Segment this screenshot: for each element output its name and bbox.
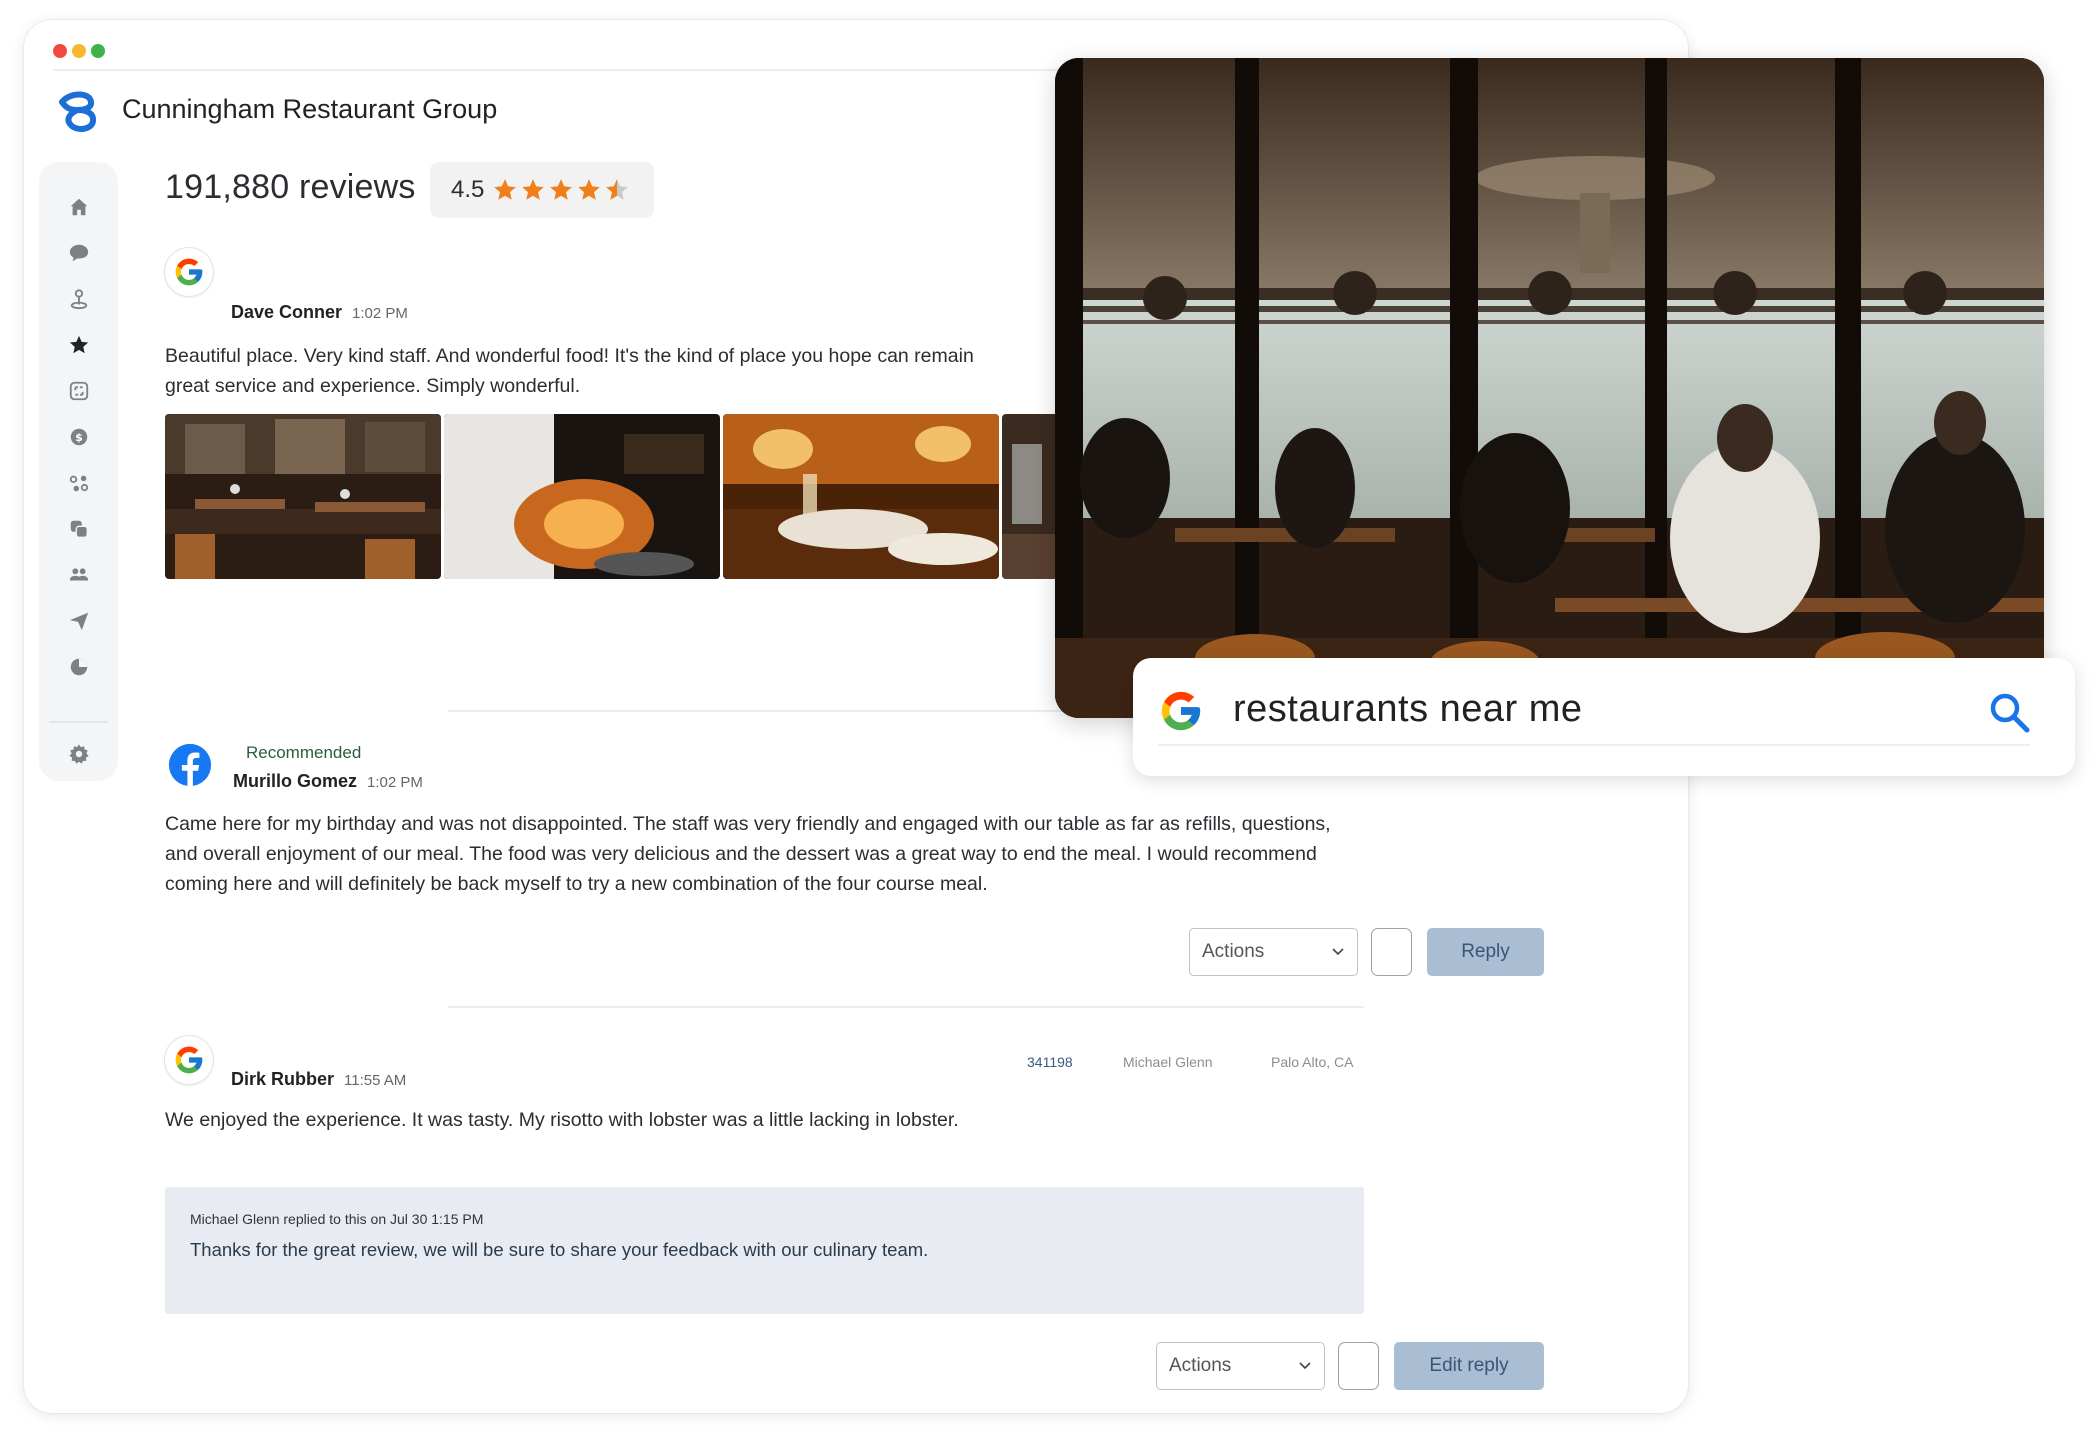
star-icon	[578, 179, 601, 200]
select-checkbox[interactable]	[1371, 928, 1412, 976]
widgets-icon[interactable]	[63, 376, 95, 406]
chevron-down-icon	[1332, 948, 1344, 956]
reply-header: Michael Glenn replied to this on Jul 30 …	[190, 1211, 484, 1227]
star-icon	[522, 179, 545, 200]
pie-chart-icon[interactable]	[63, 652, 95, 682]
review-author: Dirk Rubber 11:55 AM	[231, 1069, 407, 1089]
send-icon[interactable]	[63, 606, 95, 636]
search-card: restaurants near me	[1133, 658, 2075, 776]
review-photo[interactable]	[1002, 414, 1062, 579]
review-time: 11:55 AM	[344, 1072, 407, 1089]
review-text: Came here for my birthday and was not di…	[165, 813, 1331, 895]
search-icon[interactable]	[1988, 691, 2032, 735]
location-name: Palo Alto, CA	[1271, 1054, 1354, 1070]
maximize-window-button[interactable]	[91, 44, 105, 58]
actions-dropdown[interactable]: Actions	[1189, 928, 1358, 976]
actions-label: Actions	[1202, 941, 1265, 962]
restaurant-photo	[1055, 58, 2044, 718]
reviews-count: 191,880 reviews	[165, 168, 416, 206]
search-underline	[1158, 744, 2030, 746]
users-icon[interactable]	[63, 560, 95, 590]
assignee-name: Michael Glenn	[1123, 1054, 1213, 1070]
google-source-icon	[165, 1036, 213, 1084]
sidebar-divider	[49, 721, 108, 723]
owner-reply: Michael Glenn replied to this on Jul 30 …	[165, 1187, 1364, 1314]
dollar-icon[interactable]: $	[63, 422, 95, 452]
google-source-icon	[165, 248, 213, 296]
review-photos	[165, 414, 1062, 579]
review-photo[interactable]	[723, 414, 999, 579]
actions-dropdown[interactable]: Actions	[1156, 1342, 1325, 1390]
chevron-down-icon	[1299, 1362, 1311, 1370]
minimize-window-button[interactable]	[72, 44, 86, 58]
gear-icon[interactable]	[63, 739, 95, 769]
star-icon	[550, 179, 573, 200]
rating-value: 4.5	[451, 176, 485, 203]
svg-text:$: $	[75, 431, 83, 444]
review-photo[interactable]	[444, 414, 720, 579]
chat-bubble-icon[interactable]	[63, 238, 95, 268]
review-divider	[448, 1006, 1364, 1008]
window-controls	[53, 44, 105, 58]
map-pin-icon[interactable]	[63, 284, 95, 314]
facebook-source-icon	[168, 743, 212, 787]
reply-body: Thanks for the great review, we will be …	[190, 1239, 929, 1260]
review-photo[interactable]	[165, 414, 441, 579]
home-icon[interactable]	[63, 192, 95, 222]
location-id: 341198	[1027, 1054, 1073, 1070]
copy-icon[interactable]	[63, 514, 95, 544]
review-text: We enjoyed the experience. It was tasty.…	[165, 1109, 959, 1131]
actions-label: Actions	[1169, 1355, 1232, 1376]
sidebar-nav: $	[39, 162, 118, 781]
reply-button[interactable]: Reply	[1427, 928, 1544, 976]
review-time: 1:02 PM	[352, 305, 408, 322]
google-logo-icon	[1161, 691, 1201, 731]
search-input[interactable]: restaurants near me	[1233, 688, 1583, 731]
review-time: 1:02 PM	[367, 774, 423, 791]
half-star-icon	[606, 179, 629, 200]
select-checkbox[interactable]	[1338, 1342, 1379, 1390]
star-icon	[494, 179, 517, 200]
rating-summary: 4.5	[430, 162, 654, 218]
recommended-badge: Recommended	[246, 743, 362, 762]
brand-logo-icon	[59, 91, 97, 132]
integrations-icon[interactable]	[63, 468, 95, 498]
close-window-button[interactable]	[53, 44, 67, 58]
edit-reply-button[interactable]: Edit reply	[1394, 1342, 1544, 1390]
star-icon[interactable]	[63, 330, 95, 360]
review-author: Murillo Gomez 1:02 PM	[233, 771, 423, 791]
review-author: Dave Conner 1:02 PM	[231, 302, 408, 322]
